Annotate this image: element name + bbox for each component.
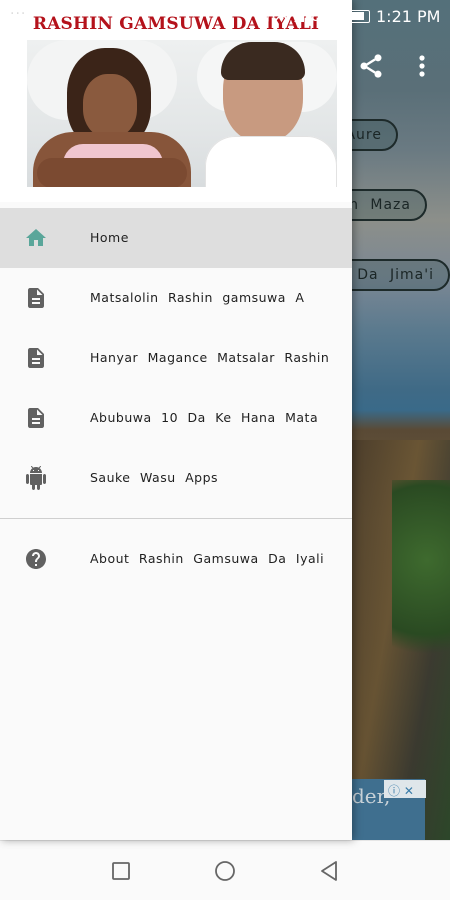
document-icon: [28, 408, 44, 428]
more-vert-icon[interactable]: [412, 52, 432, 80]
status-bar: ··· 82% 1:21 PM: [0, 0, 450, 34]
recents-button[interactable]: [109, 859, 133, 883]
menu-item-about[interactable]: About Rashin Gamsuwa Da Iyali: [0, 529, 352, 589]
woman-face: [83, 74, 137, 138]
menu-item-label: About Rashin Gamsuwa Da Iyali: [90, 551, 325, 566]
menu-item-label: Abubuwa 10 Da Ke Hana Mata: [90, 410, 319, 425]
back-button[interactable]: [318, 859, 342, 883]
menu-item-label: Sauke Wasu Apps: [90, 470, 219, 485]
menu-item-label: Matsalolin Rashin gamsuwa A: [90, 290, 305, 305]
man-shirt: [205, 136, 337, 187]
battery-icon: [344, 10, 370, 23]
ad-choices-badge[interactable]: ⓘ ✕: [384, 780, 426, 798]
ad-choices-label: ⓘ ✕: [388, 784, 414, 798]
document-icon: [28, 288, 44, 308]
woman-crossed-arms: [37, 158, 187, 187]
android-icon: [26, 466, 46, 490]
menu-item-matsalolin[interactable]: Matsalolin Rashin gamsuwa A: [0, 268, 352, 328]
notification-dots: ···: [10, 6, 27, 22]
menu-item-home[interactable]: Home: [0, 208, 352, 268]
system-nav-bar: [0, 840, 450, 900]
menu-item-label: Home: [90, 230, 129, 245]
drawer-menu: Home Matsalolin Rashin gamsuwa A Hanyar …: [0, 208, 352, 589]
menu-item-label: Hanyar Magance Matsalar Rashin: [90, 350, 330, 365]
help-icon: [26, 549, 46, 569]
share-icon[interactable]: [357, 52, 385, 80]
menu-divider: [0, 518, 352, 519]
home-icon: [26, 229, 46, 246]
menu-item-abubuwa[interactable]: Abubuwa 10 Da Ke Hana Mata: [0, 388, 352, 448]
background-foliage-image: [392, 480, 450, 680]
home-button[interactable]: [213, 859, 237, 883]
clock: 1:21 PM: [376, 7, 441, 26]
battery-percent: 82%: [311, 7, 345, 25]
menu-item-hanyar[interactable]: Hanyar Magance Matsalar Rashin: [0, 328, 352, 388]
document-icon: [28, 348, 44, 368]
menu-item-sauke-apps[interactable]: Sauke Wasu Apps: [0, 448, 352, 508]
header-photo: [27, 40, 337, 187]
navigation-drawer: RASHIN GAMSUWA DA IYALI Home Matsalolin: [0, 0, 352, 840]
man-hair: [221, 42, 305, 80]
signal-wifi-icons: [262, 10, 304, 23]
